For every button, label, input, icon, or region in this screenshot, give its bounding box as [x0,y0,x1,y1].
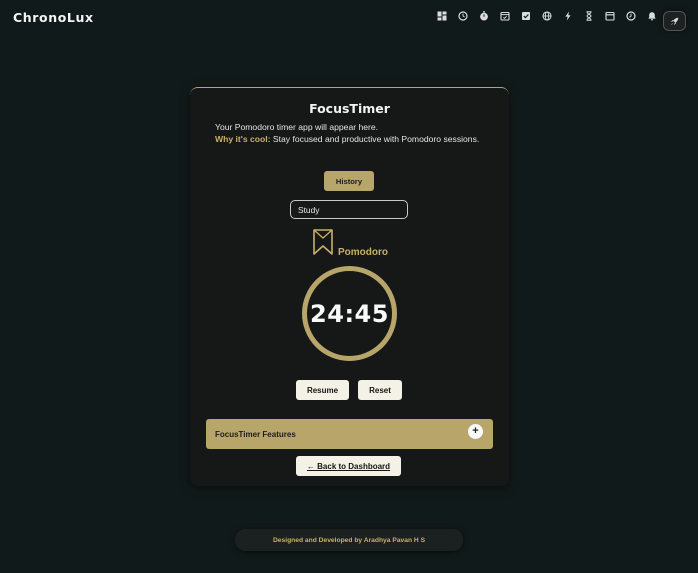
timer-ring: 24:45 [302,266,397,361]
back-to-dashboard-link[interactable]: ← Back to Dashboard [296,456,401,476]
reset-button[interactable]: Reset [358,380,402,400]
expand-plus-icon[interactable]: + [468,424,483,439]
top-navbar: ChronoLux [0,0,698,36]
bookmark-icon [313,229,333,255]
footer-credit: Designed and Developed by Aradhya Pavan … [235,529,463,551]
hourglass-icon[interactable] [578,9,599,22]
why-label: Why it's cool: [215,134,271,144]
task-input[interactable] [290,200,408,219]
bell-icon[interactable] [641,9,662,22]
calendar-check-icon[interactable] [494,9,515,22]
resume-button[interactable]: Resume [296,380,349,400]
checkbox-icon[interactable] [515,9,536,22]
dashboard-icon[interactable] [431,9,452,22]
rocket-button[interactable] [663,11,686,31]
why-line: Why it's cool: Stay focused and producti… [215,133,479,145]
history-clock-icon[interactable] [620,9,641,22]
intro-text: Your Pomodoro timer app will appear here… [215,121,479,145]
stopwatch-icon[interactable] [473,9,494,22]
calendar-icon[interactable] [599,9,620,22]
focustimer-card: FocusTimer Your Pomodoro timer app will … [190,87,509,486]
page-title: FocusTimer [309,101,390,116]
features-accordion[interactable]: FocusTimer Features + [206,419,493,449]
brand-logo[interactable]: ChronoLux [13,10,94,25]
features-label: FocusTimer Features [215,430,296,439]
nav-icon-bar [431,9,662,22]
bolt-icon[interactable] [557,9,578,22]
why-text: Stay focused and productive with Pomodor… [270,134,480,144]
mode-label: Pomodoro [338,247,388,258]
history-button[interactable]: History [324,171,374,191]
globe-icon[interactable] [536,9,557,22]
clock-icon[interactable] [452,9,473,22]
timer-display: 24:45 [310,299,389,328]
rocket-icon [670,17,679,25]
intro-line: Your Pomodoro timer app will appear here… [215,122,379,132]
